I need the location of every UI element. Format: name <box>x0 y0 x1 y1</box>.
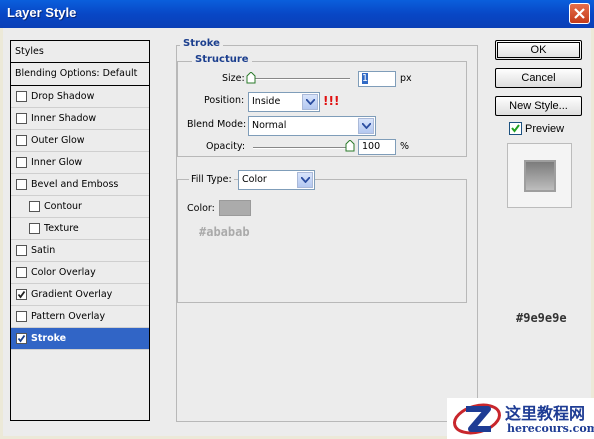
dialog-body: Styles Blending Options: Default Drop Sh… <box>3 28 591 436</box>
styles-header-label: Styles <box>15 46 44 57</box>
stroke-group-title: Stroke <box>180 38 223 49</box>
site-logo-icon <box>453 403 501 435</box>
style-checkbox[interactable] <box>16 179 27 190</box>
blending-options-label: Blending Options: Default <box>15 68 138 79</box>
blend-mode-select[interactable]: Normal <box>248 116 376 136</box>
color-swatch[interactable] <box>219 200 251 216</box>
style-item-contour[interactable]: Contour <box>11 196 149 218</box>
watermark-url: herecours.com <box>507 422 594 435</box>
style-item-label: Pattern Overlay <box>31 311 106 322</box>
style-item-drop-shadow[interactable]: Drop Shadow <box>11 86 149 108</box>
close-icon <box>574 8 585 19</box>
checkmark-icon <box>17 334 26 343</box>
style-item-color-overlay[interactable]: Color Overlay <box>11 262 149 284</box>
preview-thumbnail <box>507 143 572 208</box>
style-checkbox[interactable] <box>29 201 40 212</box>
fill-type-label: Fill Type: <box>189 174 234 185</box>
style-item-stroke[interactable]: Stroke <box>11 328 149 350</box>
style-item-outer-glow[interactable]: Outer Glow <box>11 130 149 152</box>
style-item-bevel-and-emboss[interactable]: Bevel and Emboss <box>11 174 149 196</box>
style-item-label: Satin <box>31 245 56 256</box>
style-item-label: Outer Glow <box>31 135 85 146</box>
size-label: Size: <box>222 73 245 84</box>
position-label: Position: <box>204 95 245 106</box>
structure-group-title: Structure <box>192 54 252 65</box>
style-checkbox[interactable] <box>16 267 27 278</box>
style-checkbox[interactable] <box>16 289 27 300</box>
ok-button[interactable]: OK <box>495 40 582 60</box>
opacity-label: Opacity: <box>206 141 246 152</box>
size-slider-thumb[interactable] <box>246 72 256 84</box>
opacity-slider-track[interactable] <box>253 147 353 149</box>
preview-swatch <box>524 160 556 192</box>
title-bar: Layer Style <box>0 0 594 28</box>
style-item-gradient-overlay[interactable]: Gradient Overlay <box>11 284 149 306</box>
position-select[interactable]: Inside <box>248 92 320 112</box>
style-item-label: Gradient Overlay <box>31 289 113 300</box>
style-checkbox[interactable] <box>16 157 27 168</box>
styles-header[interactable]: Styles <box>11 41 149 63</box>
watermark-title: 这里教程网 <box>505 404 586 423</box>
fill-type-value: Color <box>242 174 267 185</box>
fill-group <box>177 179 467 303</box>
window-title: Layer Style <box>7 5 77 20</box>
watermark: 这里教程网 herecours.com <box>447 398 594 439</box>
style-item-label: Color Overlay <box>31 267 96 278</box>
color-annotation: #ababab <box>199 225 250 239</box>
opacity-unit: % <box>400 141 410 152</box>
style-checkbox[interactable] <box>16 311 27 322</box>
style-item-satin[interactable]: Satin <box>11 240 149 262</box>
style-checkbox[interactable] <box>29 223 40 234</box>
size-input[interactable]: 1 <box>358 71 396 87</box>
color-label: Color: <box>187 203 215 214</box>
size-value: 1 <box>362 73 369 84</box>
opacity-input[interactable]: 100 <box>358 139 396 155</box>
style-item-label: Inner Glow <box>31 157 83 168</box>
style-checkbox[interactable] <box>16 113 27 124</box>
style-item-label: Inner Shadow <box>31 113 97 124</box>
position-value: Inside <box>252 96 281 107</box>
chevron-down-icon <box>297 172 313 188</box>
style-checkbox[interactable] <box>16 91 27 102</box>
chevron-down-icon <box>358 118 374 134</box>
opacity-value: 100 <box>362 141 381 152</box>
blend-mode-value: Normal <box>252 120 287 131</box>
size-unit: px <box>400 73 412 84</box>
style-item-label: Bevel and Emboss <box>31 179 119 190</box>
checkmark-icon <box>511 124 520 133</box>
preview-checkbox[interactable] <box>509 122 522 135</box>
style-item-inner-shadow[interactable]: Inner Shadow <box>11 108 149 130</box>
style-item-label: Drop Shadow <box>31 91 95 102</box>
preview-annotation: #9e9e9e <box>516 311 567 325</box>
opacity-slider-thumb[interactable] <box>345 140 355 152</box>
style-checkbox[interactable] <box>16 333 27 344</box>
style-item-inner-glow[interactable]: Inner Glow <box>11 152 149 174</box>
styles-list: Styles Blending Options: Default Drop Sh… <box>10 40 150 421</box>
checkmark-icon <box>17 290 26 299</box>
style-item-texture[interactable]: Texture <box>11 218 149 240</box>
blending-options-item[interactable]: Blending Options: Default <box>11 63 149 86</box>
position-annotation: !!! <box>323 94 340 108</box>
style-item-label: Texture <box>44 223 79 234</box>
style-checkbox[interactable] <box>16 245 27 256</box>
preview-label: Preview <box>525 123 565 135</box>
fill-type-select[interactable]: Color <box>238 170 315 190</box>
style-item-label: Stroke <box>31 333 67 344</box>
style-item-pattern-overlay[interactable]: Pattern Overlay <box>11 306 149 328</box>
new-style-button[interactable]: New Style... <box>495 96 582 116</box>
cancel-button[interactable]: Cancel <box>495 68 582 88</box>
size-slider-track[interactable] <box>250 78 350 80</box>
style-item-label: Contour <box>44 201 82 212</box>
close-button[interactable] <box>569 3 590 24</box>
style-checkbox[interactable] <box>16 135 27 146</box>
chevron-down-icon <box>302 94 318 110</box>
blend-mode-label: Blend Mode: <box>187 119 247 130</box>
